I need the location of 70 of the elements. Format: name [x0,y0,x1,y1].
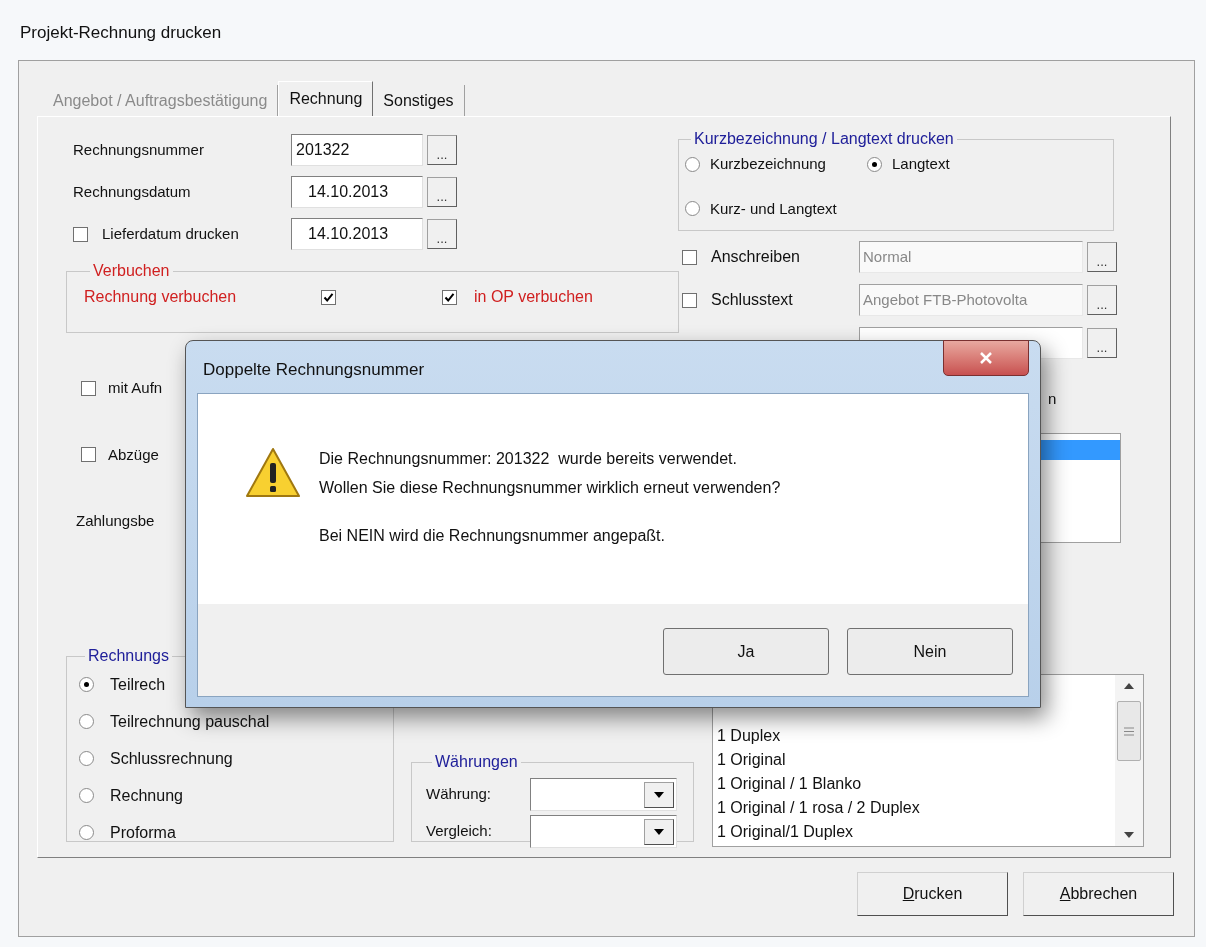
radio-label: Schlussrechnung [110,748,233,769]
message-text: Die Rechnungsnummer: 201322 wurde bereits verwendet. Wollen Sie diese Rechnungsnummer wirklich erneut verwenden? [319,449,781,498]
checkmark-icon [323,291,334,303]
checkbox-label: mit Aufn [108,378,163,398]
radio-button[interactable] [685,156,700,172]
scroll-down-arrow-icon[interactable] [1124,832,1134,838]
checkbox-label: Abzüge [108,444,159,465]
dialog-button[interactable]: Nein [847,628,1013,675]
checkmark-icon [444,291,455,303]
list-item[interactable]: 1 Original [717,748,786,772]
group-title: Währungen [434,752,519,772]
dialog-button[interactable]: Abbrechen [1023,872,1174,916]
warning-icon [245,447,301,499]
checkbox[interactable] [321,289,336,305]
radio-label: Kurz- und Langtext [710,198,837,219]
browse-button[interactable]: ... [427,135,457,165]
browse-button[interactable]: ... [427,219,457,249]
radio-button[interactable] [79,788,94,803]
checkbox-label: Schlusstext [711,290,793,310]
field-label: Währung: [426,784,493,805]
dialog-button[interactable]: Ja [663,628,829,675]
radio-button[interactable] [685,201,700,217]
checkbox[interactable] [81,447,96,463]
scroll-up-arrow-icon[interactable] [1124,683,1134,689]
radio-label: Proforma [110,822,176,843]
radio-label: Rechnung [110,785,183,806]
field-label: Rechnungsnummer [73,139,204,160]
group-title: Verbuchen [92,261,171,281]
radio-label: Teilrech [110,674,166,695]
checkbox-label: in OP verbuchen [474,287,593,307]
input-field[interactable]: 14.10.2013 [291,218,423,250]
tab[interactable]: Rechnung [278,81,374,116]
field-label: n [1048,389,1057,409]
radio-button[interactable] [867,156,882,172]
scrollbar[interactable] [1115,675,1143,846]
field-label: Lieferdatum drucken [102,223,239,244]
field-label: Vergleich: [426,821,493,842]
group-title: Kurzbezeichnung / Langtext drucken [693,129,955,149]
list-item[interactable]: 1 Original / 1 rosa / 2 Duplex [717,796,920,820]
close-button[interactable] [943,340,1029,376]
field-label: Rechnungsdatum [73,181,191,202]
group-title: Rechnungs [87,646,170,666]
checkbox-label: Rechnung verbuchen [84,287,238,307]
radio-button[interactable] [79,677,94,692]
dialog-button[interactable]: Drucken [857,872,1008,916]
radio-button[interactable] [79,751,94,766]
radio-label: Kurzbezeichnung [710,154,826,174]
checkbox[interactable] [73,226,88,242]
window-title: Projekt-Rechnung drucken [19,22,222,44]
field-label: Zahlungsbe [76,511,155,531]
input-field[interactable]: 14.10.2013 [291,176,423,208]
browse-button[interactable]: ... [427,177,457,207]
checkbox[interactable] [442,289,457,305]
radio-button[interactable] [79,714,94,729]
dialog-title: Doppelte Rechnungsnummer [203,359,425,381]
dropdown[interactable] [530,778,677,811]
checkbox-label: Anschreiben [711,247,800,267]
list-item[interactable]: 1 Original / 1 Blanko [717,772,862,796]
dropdown[interactable] [530,815,677,848]
close-icon [979,352,993,364]
list-item[interactable]: 1 Duplex [717,724,781,748]
scrollbar-thumb[interactable] [1117,701,1141,761]
checkbox[interactable] [81,380,96,396]
radio-button[interactable] [79,825,94,840]
browse-button[interactable]: ... [1087,328,1117,358]
list-item[interactable]: 1 Original/1 Duplex [717,820,854,844]
message-text: Bei NEIN wird die Rechnungsnummer angepaßt. [319,526,666,546]
input-field[interactable]: 201322 [291,134,423,166]
radio-label: Teilrechnung pauschal [110,711,270,732]
radio-label: Langtext [892,154,950,174]
